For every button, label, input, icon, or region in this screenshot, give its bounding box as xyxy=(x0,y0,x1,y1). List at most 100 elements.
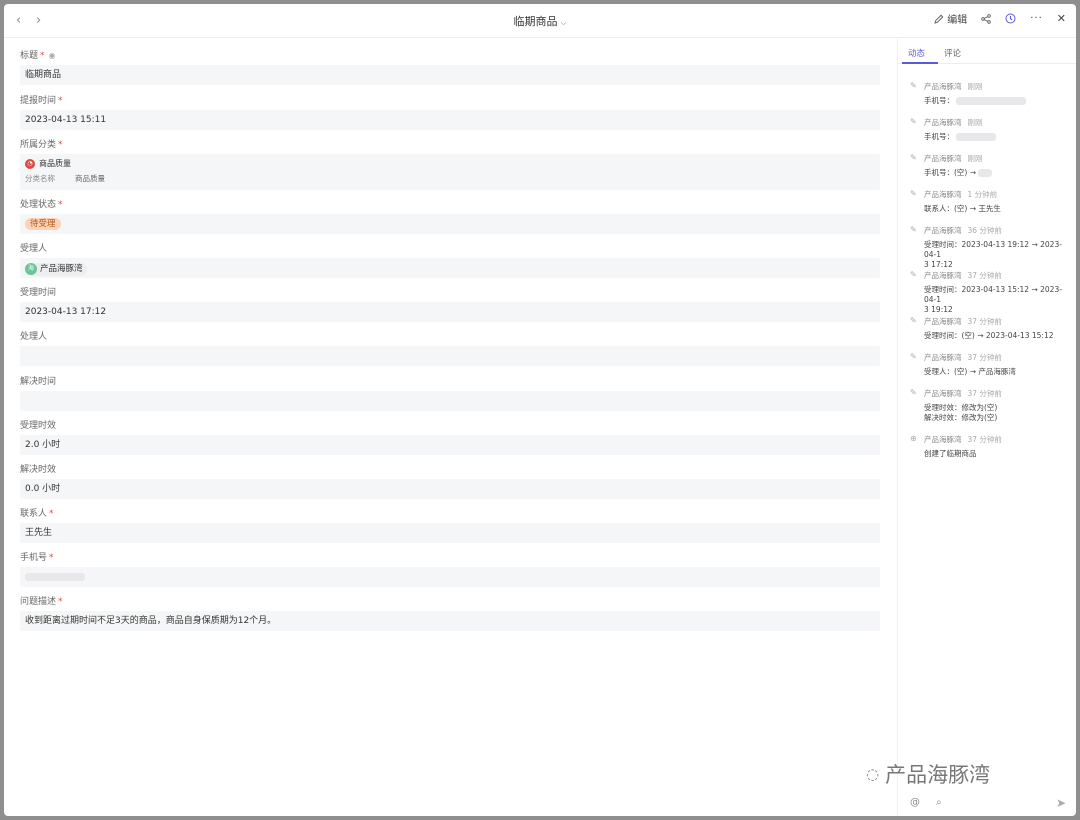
status-badge: 待受理 xyxy=(25,218,61,230)
pencil-icon: ✎ xyxy=(910,153,917,162)
page-title[interactable]: 临期商品 ⌵ xyxy=(4,13,1076,29)
field-contact-input[interactable]: 王先生 xyxy=(20,523,880,543)
avatar: 海 xyxy=(25,263,37,275)
close-button[interactable]: ✕ xyxy=(1057,12,1066,25)
pencil-icon: ✎ xyxy=(910,189,917,198)
activity-item: ✎ 产品海豚湾 37 分钟前 受理时效：修改为(空) 解决时效：修改为(空) xyxy=(910,388,1072,423)
activity-user: 产品海豚湾 xyxy=(924,190,962,199)
field-resolve-sla: 解决时效 0.0 小时 xyxy=(20,463,880,499)
field-assignee: 受理人 海 产品海豚湾 xyxy=(20,242,880,278)
activity-item: ✎ 产品海豚湾 刚刚 手机号： xyxy=(910,117,1072,142)
activity-time: 刚刚 xyxy=(967,82,983,91)
more-icon: ··· xyxy=(1030,13,1043,24)
tab-activity[interactable]: 动态 xyxy=(908,47,925,59)
category-sub-label: 分类名称 xyxy=(25,174,55,183)
page-title-text: 临期商品 xyxy=(513,15,558,28)
field-status-label: 处理状态 xyxy=(20,200,57,210)
field-handler: 处理人 xyxy=(20,330,880,366)
activity-text-cont: 3 17:12 xyxy=(924,260,953,269)
field-report-time-input[interactable]: 2023-04-13 15:11 xyxy=(20,110,880,130)
field-accept-time-input[interactable]: 2023-04-13 17:12 xyxy=(20,302,880,322)
field-resolve-sla-input[interactable]: 0.0 小时 xyxy=(20,479,880,499)
edit-button[interactable]: 编辑 xyxy=(934,11,967,26)
field-status-input[interactable]: 待受理 xyxy=(20,214,880,234)
activity-text: 受理时间：2023-04-13 19:12 → 2023-04-1 xyxy=(924,240,1062,259)
field-contact: 联系人 * 王先生 xyxy=(20,507,880,543)
activity-text: 受理时间：(空) → 2023-04-13 15:12 xyxy=(924,331,1054,340)
share-button[interactable] xyxy=(981,13,991,24)
field-title-input[interactable]: 临期商品 xyxy=(20,65,880,85)
assignee-chip[interactable]: 海 产品海豚湾 xyxy=(25,262,87,276)
activity-user: 产品海豚湾 xyxy=(924,435,962,444)
required-mark: * xyxy=(58,140,63,150)
close-icon: ✕ xyxy=(1056,12,1066,25)
activity-text: 手机号：(空) → xyxy=(924,168,977,177)
ticket-detail-window: ‹ › 临期商品 ⌵ 编辑 ··· ✕ 标题 * ◉ 临期商品 提报时间 * 2… xyxy=(4,4,1076,816)
field-title-label: 标题 xyxy=(20,51,39,61)
chevron-down-icon: ⌵ xyxy=(560,18,567,27)
field-phone-input[interactable] xyxy=(20,567,880,587)
share-icon xyxy=(981,13,991,24)
history-button[interactable] xyxy=(1005,13,1016,24)
activity-item: ✎ 产品海豚湾 37 分钟前 受理时间：2023-04-13 15:12 → 20… xyxy=(910,270,1072,315)
field-description-label: 问题描述 xyxy=(20,597,57,607)
activity-time: 37 分钟前 xyxy=(967,317,1002,326)
redacted-value xyxy=(956,133,997,141)
field-handler-input[interactable] xyxy=(20,346,880,366)
required-mark: * xyxy=(58,96,63,106)
field-handler-label: 处理人 xyxy=(20,332,48,342)
field-description-input[interactable]: 收到距离过期时间不足3天的商品，商品自身保质期为12个月。 xyxy=(20,611,880,631)
activity-text: 手机号： xyxy=(924,96,954,105)
redacted-value xyxy=(978,169,993,177)
activity-user: 产品海豚湾 xyxy=(924,271,962,280)
category-sub-value: 商品质量 xyxy=(75,174,105,183)
activity-time: 37 分钟前 xyxy=(967,389,1002,398)
activity-sidebar: 动态 评论 ✎ 产品海豚湾 刚刚 手机号： ✎ 产品海豚湾 刚刚 手机号： ✎ 产品… xyxy=(897,39,1076,816)
category-icon: ◔ xyxy=(25,158,35,169)
activity-user: 产品海豚湾 xyxy=(924,82,962,91)
field-phone: 手机号 * xyxy=(20,551,880,587)
field-accept-time-label: 受理时间 xyxy=(20,288,57,298)
field-accept-sla-label: 受理时效 xyxy=(20,421,57,431)
field-assignee-input[interactable]: 海 产品海豚湾 xyxy=(20,258,880,278)
pencil-icon: ✎ xyxy=(910,117,917,126)
field-category-input[interactable]: ◔ 商品质量 分类名称 商品质量 xyxy=(20,154,880,190)
pencil-icon: ✎ xyxy=(910,388,917,397)
activity-time: 1 分钟前 xyxy=(967,190,998,199)
comment-tools: @ ⌕ xyxy=(910,797,942,808)
activity-user: 产品海豚湾 xyxy=(924,154,962,163)
watermark: ◌ 产品海豚湾 xyxy=(866,759,990,789)
required-mark: * xyxy=(49,509,54,519)
assignee-name: 产品海豚湾 xyxy=(40,264,83,274)
field-resolve-sla-label: 解决时效 xyxy=(20,465,57,475)
attachment-icon[interactable]: ⌕ xyxy=(936,797,942,808)
title-bar: ‹ › 临期商品 ⌵ 编辑 ··· ✕ xyxy=(4,4,1076,38)
field-phone-label: 手机号 xyxy=(20,553,48,563)
activity-text: 创建了临期商品 xyxy=(924,449,977,458)
clock-icon xyxy=(1005,13,1016,24)
activity-item: ✎ 产品海豚湾 36 分钟前 受理时间：2023-04-13 19:12 → 20… xyxy=(910,225,1072,270)
activity-item: ✎ 产品海豚湾 37 分钟前 受理人：(空) → 产品海豚湾 xyxy=(910,352,1072,377)
mention-icon[interactable]: @ xyxy=(910,797,920,808)
field-resolve-time-input[interactable] xyxy=(20,391,880,411)
activity-item: ✎ 产品海豚湾 37 分钟前 受理时间：(空) → 2023-04-13 15:1… xyxy=(910,316,1072,341)
field-accept-sla-input[interactable]: 2.0 小时 xyxy=(20,435,880,455)
send-icon[interactable]: ➤ xyxy=(1056,796,1066,810)
more-button[interactable]: ··· xyxy=(1030,13,1043,24)
activity-user: 产品海豚湾 xyxy=(924,226,962,235)
pencil-icon: ✎ xyxy=(910,225,917,234)
redacted-value xyxy=(956,97,1027,105)
field-description: 问题描述 * 收到距离过期时间不足3天的商品，商品自身保质期为12个月。 xyxy=(20,595,880,631)
tab-comments[interactable]: 评论 xyxy=(944,47,961,59)
activity-item: ✎ 产品海豚湾 1 分钟前 联系人：(空) → 王先生 xyxy=(910,189,1072,214)
activity-text: 手机号： xyxy=(924,132,954,141)
sidebar-tabs: 动态 评论 xyxy=(898,39,1076,64)
pencil-icon: ✎ xyxy=(910,81,917,90)
activity-user: 产品海豚湾 xyxy=(924,389,962,398)
required-mark: * xyxy=(58,200,63,210)
field-status: 处理状态 * 待受理 xyxy=(20,198,880,234)
eye-icon[interactable]: ◉ xyxy=(49,51,56,60)
activity-text: 受理时效：修改为(空) xyxy=(924,403,998,412)
activity-item: ✎ 产品海豚湾 刚刚 手机号： xyxy=(910,81,1072,106)
category-value: 商品质量 xyxy=(39,159,71,168)
